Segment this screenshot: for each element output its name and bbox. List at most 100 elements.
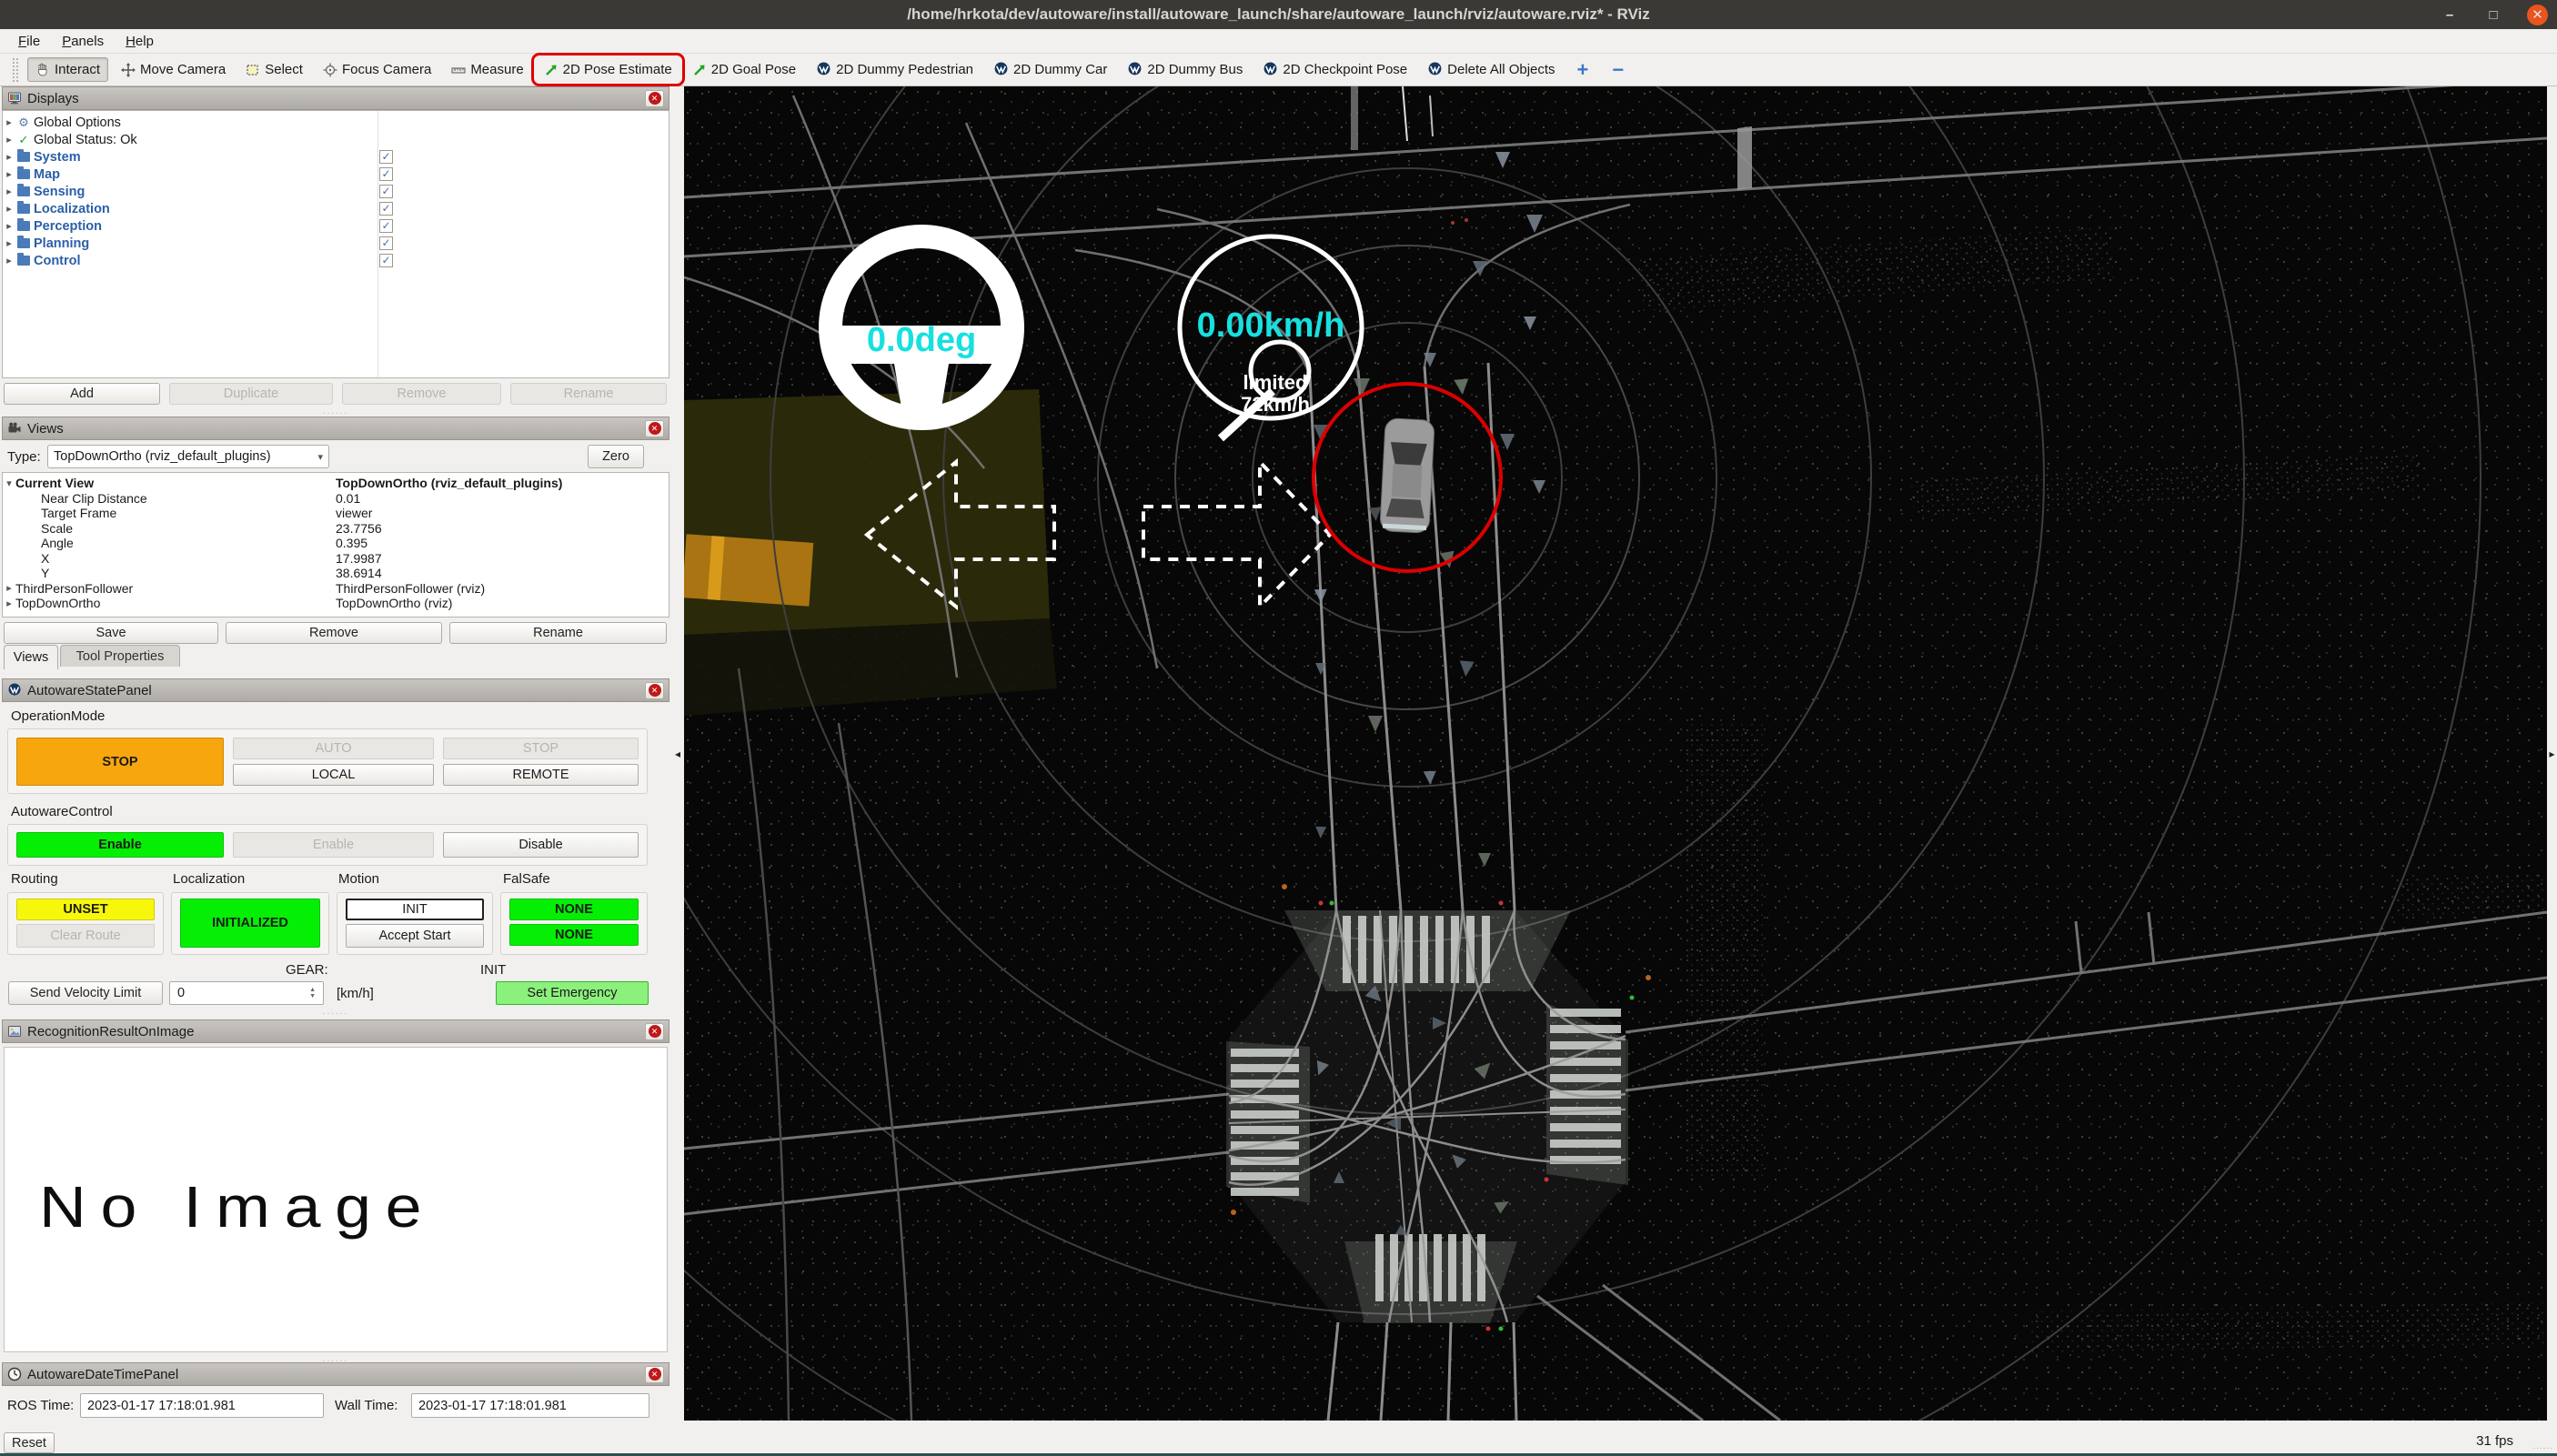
- collapse-left-icon[interactable]: ◂: [675, 748, 680, 760]
- visibility-checkbox[interactable]: ✓: [379, 202, 393, 216]
- visibility-checkbox[interactable]: ✓: [379, 236, 393, 250]
- tree-row-localization[interactable]: ▸ Localization ✓: [3, 200, 669, 217]
- tool-2d-dummy-pedestrian-button[interactable]: 2D Dummy Pedestrian: [809, 58, 981, 81]
- wall-time-field[interactable]: 2023-01-17 17:18:01.981: [411, 1393, 649, 1418]
- spin-down-icon[interactable]: ▼: [309, 993, 316, 999]
- tree-row-control[interactable]: ▸ Control ✓: [3, 252, 669, 269]
- expander-icon[interactable]: ▸: [3, 151, 15, 163]
- operation-mode-local-button[interactable]: LOCAL: [233, 764, 434, 786]
- views-panel-header[interactable]: Views ✕: [2, 417, 669, 440]
- expander-icon[interactable]: ▸: [3, 186, 15, 197]
- operation-mode-auto-button[interactable]: AUTO: [233, 738, 434, 759]
- reset-button[interactable]: Reset: [4, 1432, 55, 1453]
- expander-icon[interactable]: ▸: [3, 597, 15, 609]
- expander-icon[interactable]: ▾: [3, 477, 15, 489]
- tool-2d-goal-pose-button[interactable]: 2D Goal Pose: [685, 58, 803, 81]
- menu-panels[interactable]: Panels: [53, 32, 113, 51]
- 3d-viewport[interactable]: 0.0deg 0.00km/h limited 72km/h: [333, 0, 2557, 1456]
- minimize-button[interactable]: –: [2440, 7, 2460, 23]
- tool-measure-button[interactable]: Measure: [444, 58, 530, 81]
- tree-row-sensing[interactable]: ▸ Sensing ✓: [3, 183, 669, 200]
- tree-row-global-status[interactable]: ▸ ✓ Global Status: Ok: [3, 131, 669, 148]
- view-row-topdownortho[interactable]: ▸ TopDownOrtho TopDownOrtho (rviz): [3, 596, 669, 611]
- visibility-checkbox[interactable]: ✓: [379, 219, 393, 233]
- maximize-button[interactable]: □: [2483, 7, 2503, 23]
- resize-grip[interactable]: ......: [2532, 1441, 2553, 1451]
- tree-row-map[interactable]: ▸ Map ✓: [3, 166, 669, 183]
- operation-mode-stop-button[interactable]: STOP: [16, 738, 224, 786]
- add-display-button[interactable]: Add: [4, 383, 160, 405]
- tree-row-perception[interactable]: ▸ Perception ✓: [3, 217, 669, 235]
- tool-interact-button[interactable]: Interact: [27, 57, 109, 82]
- view-prop-row[interactable]: Near Clip Distance 0.01: [3, 491, 669, 507]
- datetime-close-button[interactable]: ✕: [645, 1365, 664, 1383]
- rename-view-button[interactable]: Rename: [449, 622, 667, 644]
- tree-row-global-options[interactable]: ▸ ⚙ Global Options: [3, 114, 669, 131]
- tab-tool-properties[interactable]: Tool Properties: [60, 645, 180, 667]
- menu-file[interactable]: File: [9, 32, 49, 51]
- velocity-limit-spinner[interactable]: 0 ▲ ▼: [169, 981, 324, 1005]
- view-row-current[interactable]: ▾ Current View TopDownOrtho (rviz_defaul…: [3, 476, 669, 491]
- views-close-button[interactable]: ✕: [645, 419, 664, 437]
- zero-button[interactable]: Zero: [588, 445, 644, 468]
- toolbar-grip[interactable]: [13, 57, 18, 82]
- expander-icon[interactable]: ▸: [3, 582, 15, 594]
- expander-icon[interactable]: ▸: [3, 203, 15, 215]
- expander-icon[interactable]: ▸: [3, 134, 15, 146]
- duplicate-display-button[interactable]: Duplicate: [169, 383, 333, 405]
- recognition-panel-header[interactable]: RecognitionResultOnImage ✕: [2, 1019, 669, 1043]
- autoware-state-panel-header[interactable]: AutowareStatePanel ✕: [2, 678, 669, 702]
- expander-icon[interactable]: ▸: [3, 116, 15, 128]
- expander-icon[interactable]: ▸: [3, 168, 15, 180]
- visibility-checkbox[interactable]: ✓: [379, 167, 393, 181]
- tool-delete-all-objects-button[interactable]: Delete All Objects: [1420, 58, 1562, 81]
- view-prop-row[interactable]: Angle 0.395: [3, 536, 669, 551]
- panel-splitter[interactable]: ......: [323, 407, 349, 417]
- view-prop-row[interactable]: Y 38.6914: [3, 566, 669, 581]
- control-disable-button[interactable]: Disable: [443, 832, 639, 858]
- expander-icon[interactable]: ▸: [3, 237, 15, 249]
- tool-2d-pose-estimate-button[interactable]: 2D Pose Estimate: [530, 53, 685, 86]
- tool-move-camera-button[interactable]: Move Camera: [114, 58, 233, 81]
- tree-row-system[interactable]: ▸ System ✓: [3, 148, 669, 166]
- view-row-third-person[interactable]: ▸ ThirdPersonFollower ThirdPersonFollowe…: [3, 581, 669, 597]
- titlebar[interactable]: /home/hrkota/dev/autoware/install/autowa…: [0, 0, 2557, 29]
- visibility-checkbox[interactable]: ✓: [379, 150, 393, 164]
- panel-viewport-splitter[interactable]: ◂: [671, 86, 684, 1421]
- expander-icon[interactable]: ▸: [3, 220, 15, 232]
- state-panel-close-button[interactable]: ✕: [645, 681, 664, 699]
- tool-2d-dummy-car-button[interactable]: 2D Dummy Car: [986, 58, 1114, 81]
- view-type-combobox[interactable]: TopDownOrtho (rviz_default_plugins) ▾: [47, 445, 329, 468]
- set-emergency-button[interactable]: Set Emergency: [496, 981, 649, 1005]
- operation-mode-remote-button[interactable]: REMOTE: [443, 764, 639, 786]
- add-tool-button[interactable]: +: [1568, 58, 1598, 82]
- remove-view-button[interactable]: Remove: [226, 622, 442, 644]
- spin-up-icon[interactable]: ▲: [309, 987, 316, 993]
- operation-mode-stop2-button[interactable]: STOP: [443, 738, 639, 759]
- recognition-close-button[interactable]: ✕: [645, 1022, 664, 1040]
- save-view-button[interactable]: Save: [4, 622, 218, 644]
- send-velocity-limit-button[interactable]: Send Velocity Limit: [8, 981, 163, 1005]
- tool-2d-checkpoint-pose-button[interactable]: 2D Checkpoint Pose: [1255, 58, 1414, 81]
- control-enable-disabled-button[interactable]: Enable: [233, 832, 434, 858]
- collapse-right-icon[interactable]: ▸: [2549, 748, 2554, 760]
- menu-help[interactable]: Help: [116, 32, 163, 51]
- datetime-panel-header[interactable]: AutowareDateTimePanel ✕: [2, 1362, 669, 1386]
- control-enable-button[interactable]: Enable: [16, 832, 224, 858]
- close-window-button[interactable]: ✕: [2527, 4, 2548, 25]
- rename-display-button[interactable]: Rename: [510, 383, 667, 405]
- ros-time-field[interactable]: 2023-01-17 17:18:01.981: [80, 1393, 324, 1418]
- displays-close-button[interactable]: ✕: [645, 89, 664, 107]
- view-prop-row[interactable]: Target Frame viewer: [3, 506, 669, 521]
- panel-splitter[interactable]: ......: [323, 1007, 349, 1017]
- tab-views[interactable]: Views: [4, 645, 58, 669]
- accept-start-button[interactable]: Accept Start: [346, 924, 484, 948]
- visibility-checkbox[interactable]: ✓: [379, 254, 393, 267]
- view-prop-row[interactable]: X 17.9987: [3, 551, 669, 567]
- remove-display-button[interactable]: Remove: [342, 383, 501, 405]
- visibility-checkbox[interactable]: ✓: [379, 185, 393, 198]
- tool-select-button[interactable]: Select: [238, 58, 310, 81]
- right-dock-splitter[interactable]: ▸: [2547, 86, 2557, 1421]
- clear-route-button[interactable]: Clear Route: [16, 924, 155, 948]
- view-prop-row[interactable]: Scale 23.7756: [3, 521, 669, 537]
